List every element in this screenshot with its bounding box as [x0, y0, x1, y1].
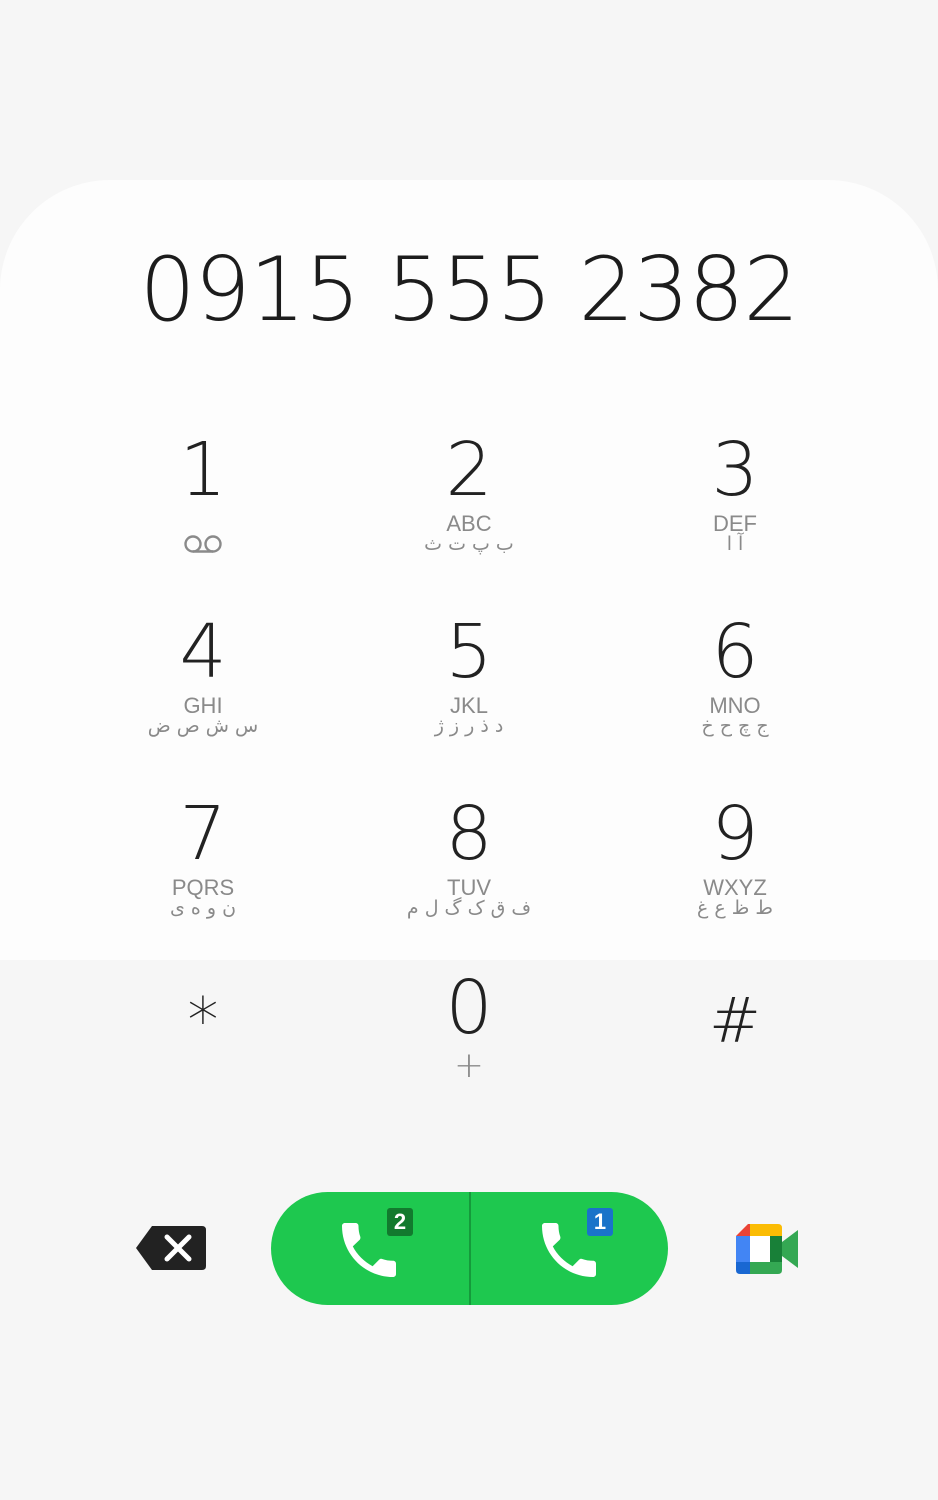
key-digit: #: [709, 984, 761, 1057]
key-digit: 3: [711, 427, 759, 513]
key-digit: 0: [445, 965, 493, 1051]
key-digit: 2: [445, 427, 493, 513]
google-meet-icon: [736, 1224, 798, 1274]
key-2[interactable]: 2 ABC ب پ ت ث: [336, 420, 602, 602]
key-arabic-letters: ن و ه ی: [169, 897, 237, 919]
key-digit: 1: [179, 427, 227, 513]
key-8[interactable]: 8 TUV ف ق ک گ ل م: [336, 784, 602, 966]
key-arabic-letters: ب پ ت ث: [424, 533, 514, 555]
key-star[interactable]: *: [70, 966, 336, 1148]
key-6[interactable]: 6 MNO ج چ ح خ: [602, 602, 868, 784]
key-arabic-letters: آ ا: [726, 533, 744, 555]
key-7[interactable]: 7 PQRS ن و ه ی: [70, 784, 336, 966]
key-digit: 5: [445, 609, 493, 695]
sim2-badge: 2: [387, 1208, 413, 1236]
call-buttons: 2 1: [271, 1192, 668, 1305]
call-sim2-button[interactable]: 2: [271, 1192, 469, 1305]
sim1-badge: 1: [587, 1208, 613, 1236]
key-arabic-letters: ط ظ ع غ: [697, 897, 773, 919]
key-digit: 9: [711, 791, 759, 877]
dialed-number[interactable]: 0915 555 2382: [0, 240, 938, 340]
video-call-button[interactable]: [736, 1222, 800, 1276]
key-hash[interactable]: #: [602, 966, 868, 1148]
voicemail-icon: [184, 535, 222, 553]
key-digit: 8: [445, 791, 493, 877]
key-plus: +: [453, 1045, 485, 1086]
key-arabic-letters: ف ق ک گ ل م: [406, 897, 532, 919]
key-arabic-letters: د ذ ر ز ژ: [434, 715, 504, 737]
key-1[interactable]: 1: [70, 420, 336, 602]
call-sim1-button[interactable]: 1: [471, 1192, 668, 1305]
key-digit: 6: [711, 609, 759, 695]
key-digit: *: [187, 984, 219, 1057]
key-digit: 7: [179, 791, 227, 877]
key-9[interactable]: 9 WXYZ ط ظ ع غ: [602, 784, 868, 966]
key-arabic-letters: س ش ص ض: [147, 715, 259, 737]
key-arabic-letters: ج چ ح خ: [701, 715, 769, 737]
key-0[interactable]: 0 +: [336, 966, 602, 1148]
backspace-icon: [136, 1226, 206, 1270]
key-3[interactable]: 3 DEF آ ا: [602, 420, 868, 602]
key-digit: 4: [179, 609, 227, 695]
key-5[interactable]: 5 JKL د ذ ر ز ژ: [336, 602, 602, 784]
key-4[interactable]: 4 GHI س ش ص ض: [70, 602, 336, 784]
backspace-button[interactable]: [130, 1220, 210, 1276]
